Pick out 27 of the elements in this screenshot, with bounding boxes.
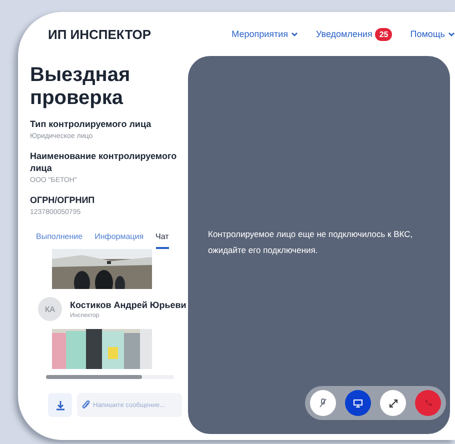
tab[interactable]: Чат <box>156 228 169 249</box>
download-button[interactable] <box>48 393 72 417</box>
download-icon <box>54 400 66 410</box>
screen-button[interactable] <box>345 390 371 416</box>
nav-link[interactable]: Мероприятия <box>232 29 298 39</box>
mic-off-icon <box>318 398 328 408</box>
app-logo: ИП ИНСПЕКТОР <box>48 26 152 42</box>
mic-button[interactable] <box>310 390 336 416</box>
chevron-icon <box>448 32 455 36</box>
phone-icon <box>423 398 433 408</box>
field-label: Наименование контролируемого лица <box>30 150 178 174</box>
status-message: Контролируемое лицо еще не подключилось к ВКС, ожидайте его подключения. <box>207 228 414 257</box>
expand-icon <box>388 398 398 408</box>
tab[interactable]: Информация <box>94 228 144 249</box>
scrollbar[interactable] <box>46 375 174 379</box>
notification-count: 25 <box>375 28 392 40</box>
screen-icon <box>353 398 363 408</box>
tab[interactable]: Выполнение <box>36 228 83 249</box>
expand-button[interactable] <box>380 390 406 416</box>
nav-link[interactable]: Уведомления 25 <box>316 28 392 40</box>
page-title: Выездная проверка <box>30 64 132 110</box>
author-name: Костиков Андрей Юрьеви <box>70 300 186 310</box>
field-label: Тип контролируемого лица <box>30 118 152 130</box>
nav-link[interactable]: Помощь <box>410 29 455 39</box>
avatar: КА <box>38 297 62 321</box>
chevron-icon <box>291 32 298 36</box>
field-label: ОГРН/ОГРНИП <box>30 194 96 206</box>
